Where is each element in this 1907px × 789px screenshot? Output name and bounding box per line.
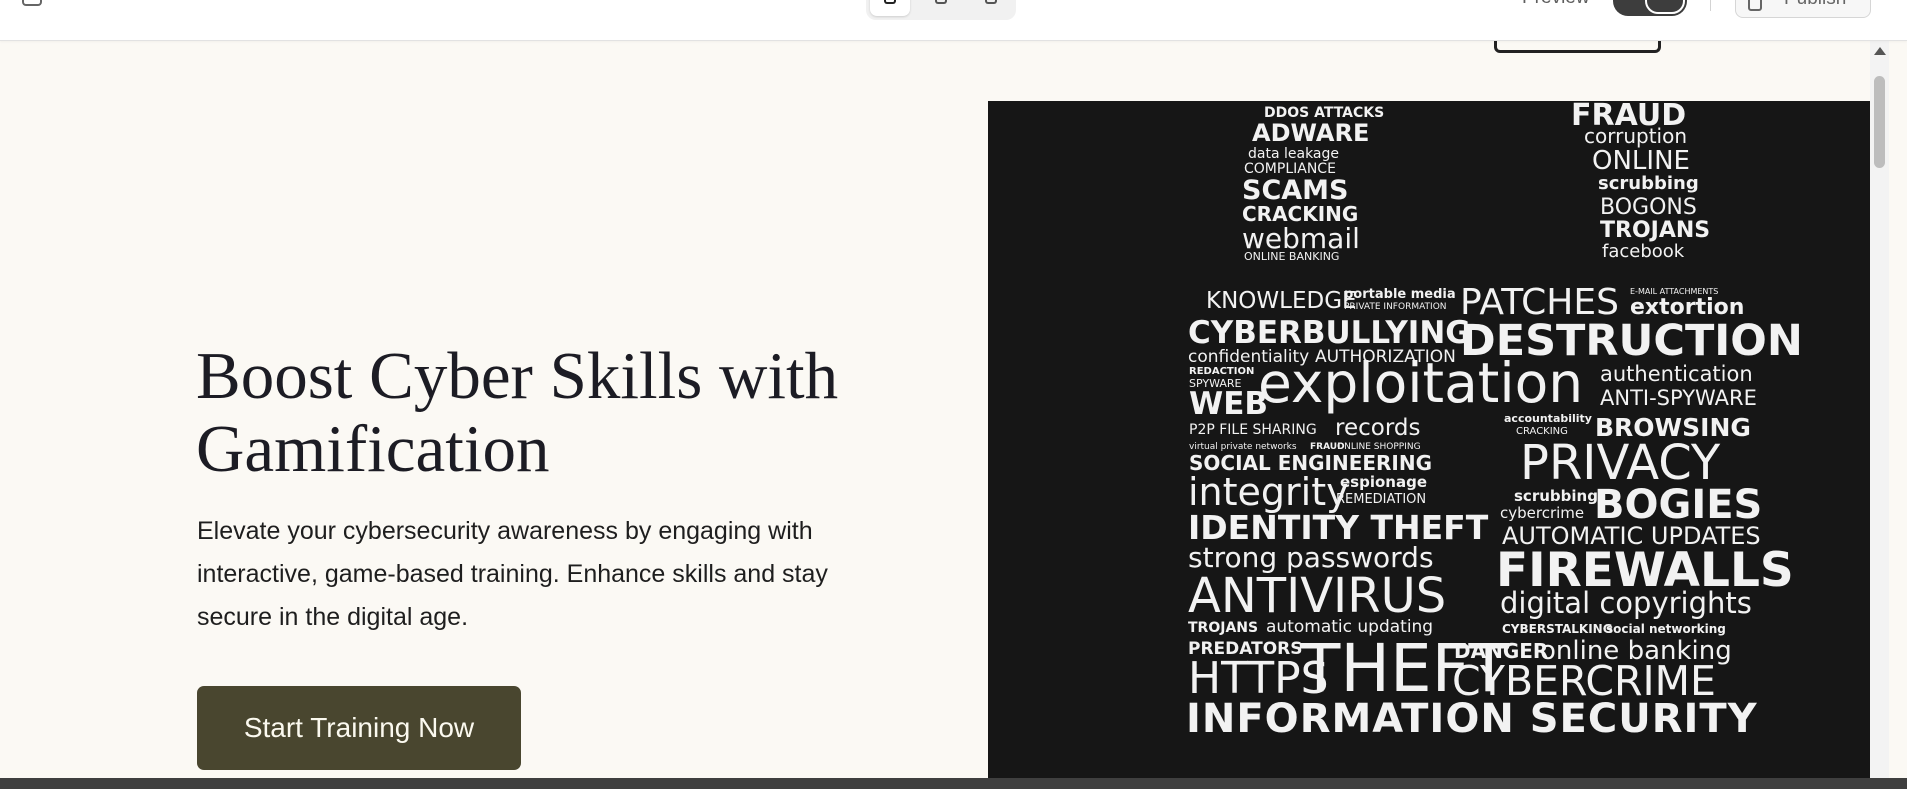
tablet-icon	[935, 0, 947, 4]
word: facebook	[1602, 241, 1685, 262]
word: data leakage	[1248, 146, 1340, 162]
toggle-knob	[1645, 0, 1685, 14]
mobile-view-button[interactable]	[971, 0, 1011, 16]
word: corruption	[1584, 124, 1688, 148]
word: INFORMATION SECURITY	[1186, 696, 1758, 742]
word: digital copyrights	[1500, 586, 1752, 620]
word: CYBERBULLYING	[1188, 315, 1471, 351]
word: PRIVACY	[1520, 435, 1721, 491]
tablet-view-button[interactable]	[921, 0, 961, 16]
scroll-thumb[interactable]	[1874, 76, 1885, 168]
word: accountability	[1504, 412, 1592, 425]
word: ONLINE	[1592, 146, 1690, 176]
device-switcher	[866, 0, 1016, 20]
word: cybercrime	[1500, 504, 1585, 522]
word: scrubbing	[1598, 173, 1699, 194]
hero-title: Boost Cyber Skills with Gamification	[196, 339, 839, 486]
page-scrollbar[interactable]	[1870, 41, 1889, 778]
word: WEB	[1189, 386, 1268, 422]
word: COMPLIANCE	[1244, 161, 1336, 177]
bottom-panel-edge	[0, 778, 1907, 789]
word: espionage	[1340, 473, 1427, 491]
word: DDOS ATTACKS	[1264, 105, 1385, 121]
hero-subtitle: Elevate your cybersecurity awareness by …	[197, 517, 828, 631]
word: IDENTITY THEFT	[1188, 508, 1489, 547]
mobile-icon	[985, 0, 997, 4]
word: P2P FILE SHARING	[1189, 422, 1317, 438]
word: TROJANS	[1600, 218, 1711, 243]
pages-icon[interactable]	[22, 0, 42, 6]
word: BOGIES	[1594, 482, 1763, 528]
desktop-view-button[interactable]	[870, 0, 910, 16]
word: ADWARE	[1252, 119, 1370, 147]
word: BOGONS	[1600, 195, 1697, 220]
word: records	[1335, 415, 1421, 441]
word: REMEDIATION	[1336, 492, 1427, 507]
word: ANTIVIRUS	[1188, 568, 1447, 624]
word: ONLINE BANKING	[1244, 250, 1340, 263]
toolbar-divider	[1710, 0, 1711, 11]
word: CYBERSTALKING	[1502, 622, 1613, 636]
word: ANTI-SPYWARE	[1600, 386, 1757, 410]
word: exploitation	[1258, 351, 1584, 415]
publish-label: Publish	[1784, 0, 1846, 10]
desktop-icon	[884, 0, 896, 4]
word: SCAMS	[1242, 175, 1349, 206]
word: social networking	[1606, 622, 1726, 636]
start-training-button[interactable]: Start Training Now	[197, 686, 521, 770]
publish-icon	[1748, 0, 1762, 11]
word: REDACTION	[1189, 366, 1255, 377]
word: KNOWLEDGE	[1206, 288, 1357, 314]
publish-button[interactable]: Publish	[1735, 0, 1871, 18]
word: portable media	[1344, 287, 1456, 302]
word: scrubbing	[1514, 487, 1598, 505]
word: CRACKING	[1242, 202, 1359, 226]
word: TROJANS	[1188, 620, 1259, 636]
preview-label: Preview	[1522, 0, 1590, 9]
word: authentication	[1600, 362, 1753, 386]
word: PRIVATE INFORMATION	[1344, 302, 1447, 312]
word: integrity	[1188, 470, 1349, 514]
preview-toggle[interactable]	[1613, 0, 1687, 16]
scroll-up-arrow-icon[interactable]	[1874, 47, 1886, 55]
cyber-word-cloud-image: DDOS ATTACKS ADWARE data leakage COMPLIA…	[988, 101, 1870, 789]
word: webmail	[1242, 222, 1360, 255]
editor-toolbar: Preview Publish	[0, 0, 1907, 41]
